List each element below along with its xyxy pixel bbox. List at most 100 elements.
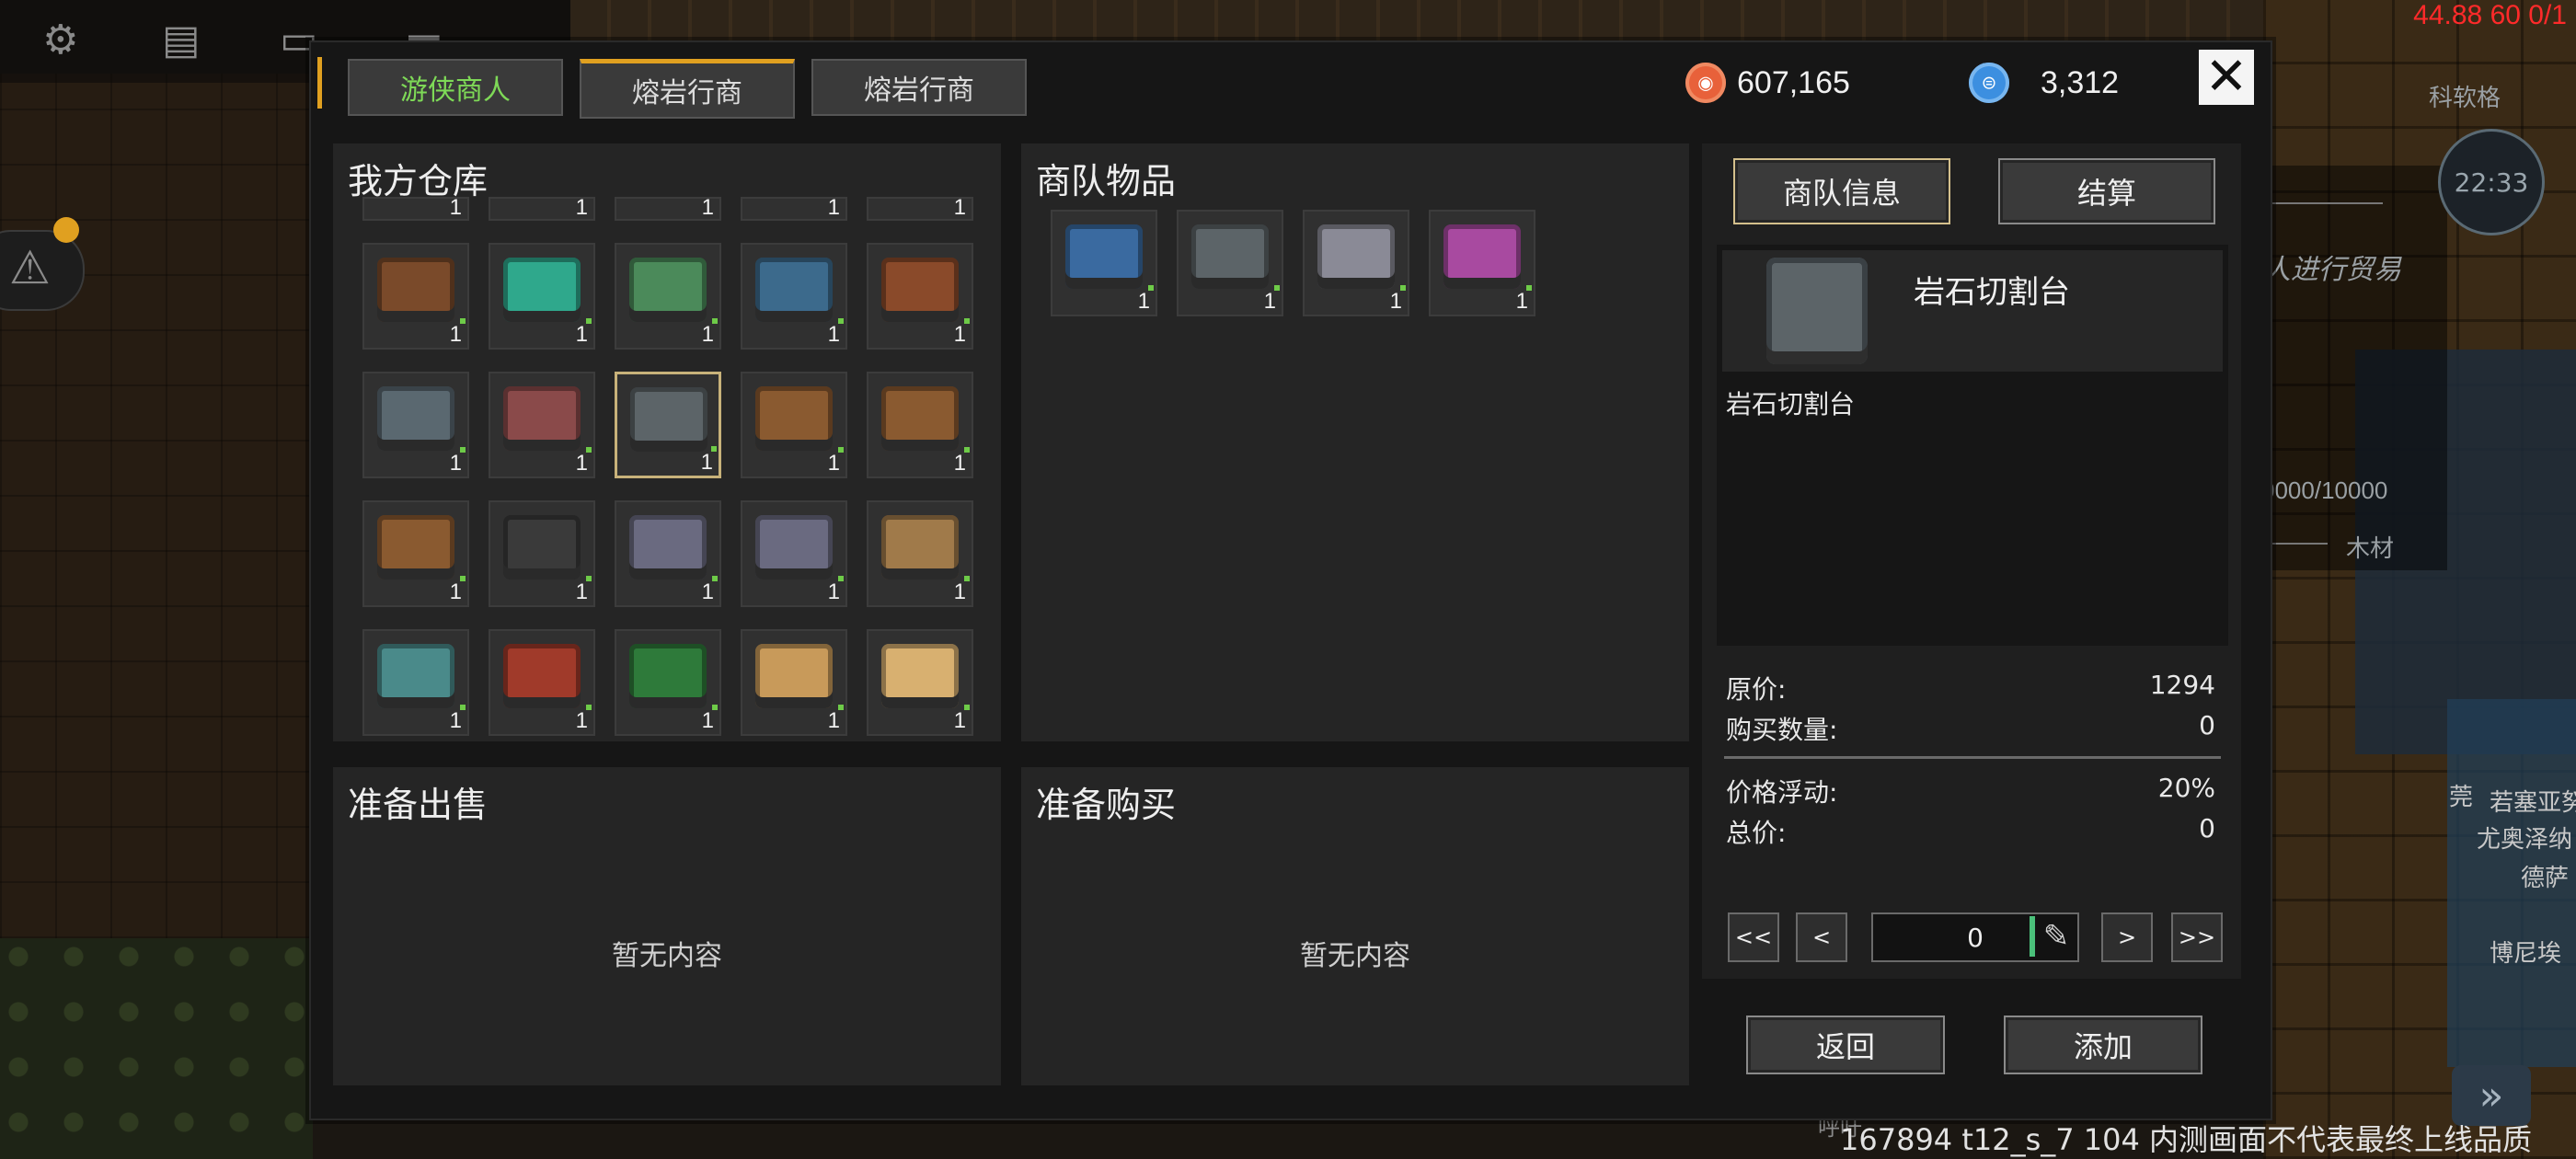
warehouse-title: 我方仓库 (348, 161, 489, 201)
build-watermark: 167894 t12_s_7 104 内测画面不代表最终上线品质 (1840, 1122, 2533, 1157)
inventory-slot[interactable]: 1 (489, 500, 595, 607)
chess-board-icon (755, 644, 833, 708)
total-label: 总价: (1726, 818, 1787, 848)
gear-icon[interactable]: ⚙ (42, 17, 78, 63)
game-world-top (570, 0, 2263, 42)
inventory-slot[interactable]: 1 (1429, 210, 1535, 316)
bg-divider (2272, 202, 2383, 204)
inventory-slot[interactable]: 1 (489, 372, 595, 478)
buy-title: 准备购买 (1036, 785, 1177, 825)
inventory-slot[interactable]: 1 (1177, 210, 1283, 316)
stone-cutter-icon (1191, 224, 1269, 289)
inventory-slot-partial[interactable]: 1 (489, 195, 595, 221)
slot-quantity: 1 (827, 322, 840, 347)
tab-lava-merchant-1[interactable]: 熔岩行商 (580, 59, 795, 119)
bg-label: 科软格 (2429, 84, 2501, 111)
game-clock: 22:33 (2438, 129, 2545, 235)
purple-beast-icon (1443, 224, 1521, 289)
inventory-slot[interactable]: 1 (741, 243, 847, 350)
inventory-slot[interactable]: 1 (489, 243, 595, 350)
inventory-slot[interactable]: 1 (1303, 210, 1409, 316)
inventory-slot[interactable]: 1 (615, 243, 721, 350)
bg-label: 若塞亚努 (2490, 788, 2576, 816)
red-vending-icon (503, 644, 581, 708)
console-desk-icon (629, 515, 707, 580)
qty-first-button[interactable]: << (1728, 912, 1779, 962)
settle-button[interactable]: 结算 (1998, 158, 2215, 224)
stone-cutter-icon (1766, 258, 1868, 364)
bg-label: 莞 (2449, 783, 2474, 810)
buy-qty-label: 购买数量: (1726, 715, 1838, 745)
warning-icon: ⚠ (9, 241, 51, 294)
gold-amount: 607,165 (1737, 64, 1850, 100)
tab-lava-merchant-2[interactable]: 熔岩行商 (811, 59, 1027, 116)
slot-quantity: 1 (827, 195, 840, 220)
inventory-slot[interactable]: 1 (867, 372, 973, 478)
slot-quantity: 1 (827, 451, 840, 476)
close-button[interactable]: ✕ (2199, 50, 2254, 105)
medical-robot-icon (1317, 224, 1395, 289)
slot-quantity: 1 (827, 708, 840, 733)
inventory-slot[interactable]: 1 (741, 372, 847, 478)
original-price-value: 1294 (2149, 670, 2215, 700)
inventory-slot[interactable]: 1 (615, 500, 721, 607)
pencil-icon[interactable]: ✎ (2037, 914, 2076, 958)
inventory-slot[interactable]: 1 (615, 372, 721, 478)
qty-prev-button[interactable]: < (1796, 912, 1847, 962)
gray-workbench-icon (377, 386, 454, 451)
total-value: 0 (2199, 813, 2215, 843)
sell-title: 准备出售 (348, 785, 489, 825)
gold-coin-icon: ◉ (1685, 63, 1726, 103)
inventory-slot[interactable]: 1 (867, 243, 973, 350)
teal-capsule-icon (503, 258, 581, 322)
blue-door-icon (1065, 224, 1143, 289)
qty-last-button[interactable]: >> (2171, 912, 2223, 962)
slot-quantity: 1 (953, 708, 966, 733)
inventory-slot[interactable]: 1 (741, 500, 847, 607)
inventory-slot[interactable]: 1 (1051, 210, 1157, 316)
fluctuation-label: 价格浮动: (1726, 777, 1838, 808)
inventory-slot[interactable]: 1 (489, 629, 595, 736)
slot-quantity: 1 (575, 195, 588, 220)
slot-quantity: 1 (1389, 289, 1402, 314)
sell-panel: 准备出售 暂无内容 (333, 767, 1001, 1085)
inventory-slot[interactable]: 1 (362, 629, 469, 736)
dark-cabinet-icon (503, 515, 581, 580)
anvil-bench-icon (377, 515, 454, 580)
inventory-slot[interactable]: 1 (362, 372, 469, 478)
gem-coin-icon: ⊜ (1969, 63, 2009, 103)
debug-stats: 44.88 60 0/1 (2413, 0, 2567, 30)
inventory-slot[interactable]: 1 (741, 629, 847, 736)
bg-divider (2272, 543, 2328, 545)
red-workbench-icon (503, 386, 581, 451)
server-rack-icon (377, 644, 454, 708)
inventory-slot[interactable]: 1 (867, 629, 973, 736)
chess-board-icon (881, 644, 959, 708)
info-divider (1724, 756, 2221, 759)
chat-icon[interactable]: ▤ (162, 17, 201, 63)
inventory-slot[interactable]: 1 (362, 243, 469, 350)
inventory-slot-partial[interactable]: 1 (362, 195, 469, 221)
slot-quantity: 1 (953, 580, 966, 604)
total-row: 总价: 0 (1726, 813, 2215, 850)
inventory-slot[interactable]: 1 (615, 629, 721, 736)
caravan-title: 商队物品 (1036, 161, 1177, 201)
qty-next-button[interactable]: > (2101, 912, 2153, 962)
tab-ranger-merchant[interactable]: 游侠商人 (348, 59, 563, 116)
close-icon: ✕ (2204, 47, 2248, 107)
plant-planter-icon (377, 258, 454, 322)
buy-empty-text: 暂无内容 (1300, 940, 1410, 972)
inventory-slot-partial[interactable]: 1 (615, 195, 721, 221)
inventory-slot-partial[interactable]: 1 (741, 195, 847, 221)
inventory-slot[interactable]: 1 (362, 500, 469, 607)
fast-forward-icon: » (2478, 1072, 2504, 1119)
game-world-overlay (2245, 166, 2447, 570)
add-button[interactable]: 添加 (2004, 1016, 2202, 1074)
back-button[interactable]: 返回 (1746, 1016, 1945, 1074)
inventory-slot-partial[interactable]: 1 (867, 195, 973, 221)
inventory-slot[interactable]: 1 (867, 500, 973, 607)
bg-label: 尤奥泽纳 (2477, 825, 2573, 853)
gem-currency: ⊜ 3,312 (1969, 57, 2119, 109)
caravan-info-button[interactable]: 商队信息 (1733, 158, 1950, 224)
stone-cutter-icon (630, 387, 707, 452)
